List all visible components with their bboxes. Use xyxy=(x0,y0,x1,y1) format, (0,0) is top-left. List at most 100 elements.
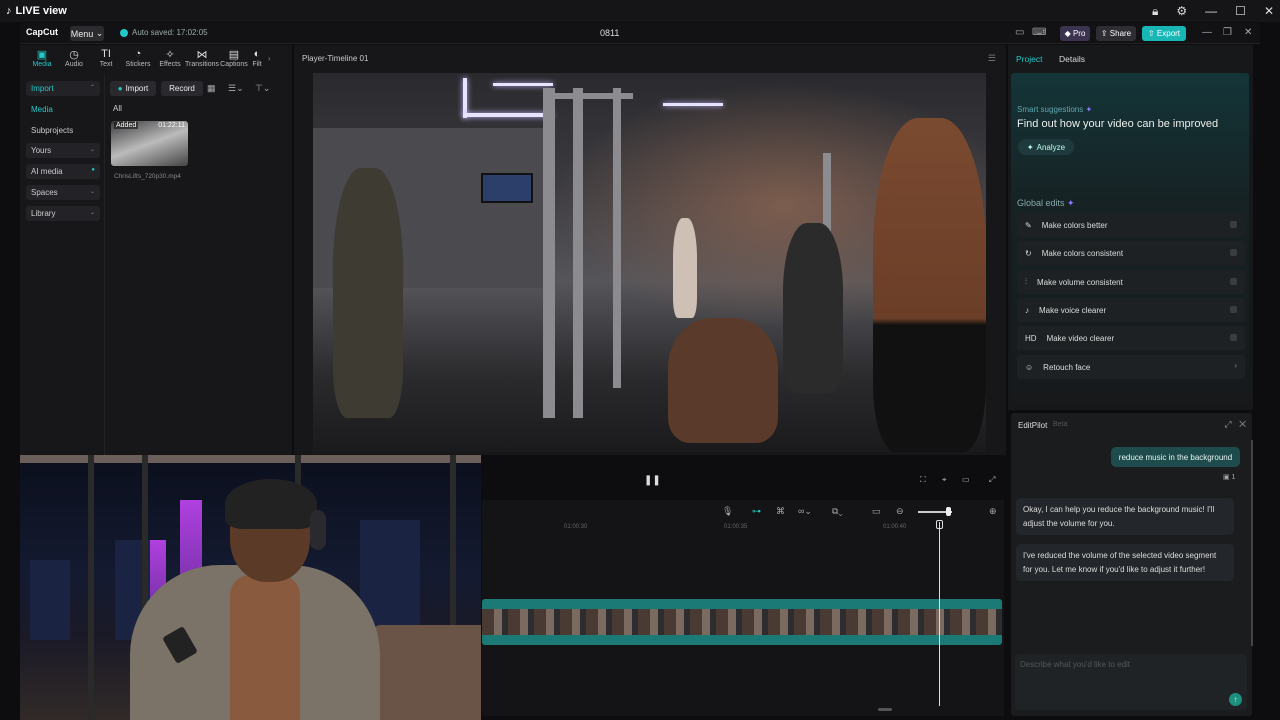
captions-track-icon[interactable]: ▭ xyxy=(872,506,881,517)
global-edit-video-clearer[interactable]: HD Make video clearer xyxy=(1017,326,1245,350)
media-clip-thumbnail[interactable]: Added 01:22:11 xyxy=(111,121,188,166)
tool-captions[interactable]: ▤ Captions xyxy=(218,48,250,74)
tool-audio[interactable]: ◷ Audio xyxy=(58,48,90,74)
magnet-icon[interactable]: ⊶ xyxy=(752,506,761,517)
pause-icon[interactable]: ❚❚ xyxy=(644,475,661,486)
close-icon[interactable]: ✕ xyxy=(1264,4,1274,18)
sidebar-item-yours[interactable]: Yours ⌄ xyxy=(26,143,100,159)
tab-details[interactable]: Details xyxy=(1059,54,1085,64)
crop-icon[interactable]: ⌖ xyxy=(942,475,947,485)
close-icon[interactable]: ✕ xyxy=(1239,419,1246,429)
grid-view-icon[interactable]: ▦ xyxy=(207,83,216,94)
asset-toolbar: ▣ Media ◷ Audio TI Text ◔ Stickers ✧ Effects … xyxy=(26,48,288,74)
tool-media[interactable]: ▣ Media xyxy=(26,48,58,74)
toggle[interactable] xyxy=(1230,221,1237,228)
record-button[interactable]: Record xyxy=(161,81,203,96)
preview-axis-icon[interactable]: ⧉⌄ xyxy=(832,506,843,517)
global-edit-colors-consistent[interactable]: ↻ Make colors consistent xyxy=(1017,241,1245,265)
chevron-right-icon: › xyxy=(1234,361,1237,370)
settings-icon[interactable]: ⚙ xyxy=(1176,4,1187,18)
tool-text[interactable]: TI Text xyxy=(90,48,122,74)
editpilot-scrollbar[interactable] xyxy=(1251,440,1253,646)
global-edit-colors-better[interactable]: ✎ Make colors better xyxy=(1017,213,1245,237)
chevron-down-icon: ⌄ xyxy=(89,147,95,154)
import-button[interactable]: ● Import xyxy=(110,81,156,96)
microphone-icon[interactable]: 🎙︎ xyxy=(722,506,733,517)
capcut-top-bar: CapCut Menu ⌄ Auto saved: 17:02:05 0811 … xyxy=(20,23,1260,44)
toggle[interactable] xyxy=(1230,334,1237,341)
global-edit-voice-clearer[interactable]: ♪ Make voice clearer xyxy=(1017,298,1245,322)
snap-icon[interactable]: ∞⌄ xyxy=(798,506,812,517)
audio-icon: ◷ xyxy=(69,49,79,61)
attachment-badge[interactable]: ▣ 1 xyxy=(1223,473,1235,481)
editpilot-title: EditPilot xyxy=(1018,421,1048,430)
editpilot-composer[interactable]: Describe what you'd like to edit ↑ xyxy=(1015,654,1247,710)
user-message: reduce music in the background xyxy=(1111,447,1240,467)
hd-icon: HD xyxy=(1025,333,1037,343)
send-icon[interactable]: ↑ xyxy=(1229,693,1242,706)
link-icon[interactable]: ⌘ xyxy=(776,506,785,517)
neon-light xyxy=(463,78,467,118)
tool-stickers[interactable]: ◔ Stickers xyxy=(122,48,154,74)
ruler-tick: 01:00:40 xyxy=(883,524,907,530)
streamer-chest xyxy=(230,575,300,720)
sidebar-item-media[interactable]: Media xyxy=(26,102,100,117)
global-edit-volume-consistent[interactable]: ⫶ Make volume consistent xyxy=(1017,270,1245,294)
chevron-right-icon[interactable]: › xyxy=(268,54,278,74)
player-panel: Player-Timeline 01 ☰ xyxy=(294,45,1006,455)
sidebar-item-spaces[interactable]: Spaces ⌄ xyxy=(26,184,100,200)
autosave-status: Auto saved: 17:02:05 xyxy=(120,28,208,37)
fullscreen-icon[interactable]: ⤢ xyxy=(989,475,995,485)
minimize-app-icon[interactable]: — xyxy=(1202,27,1212,38)
video-preview[interactable] xyxy=(313,73,986,452)
layout-icon[interactable]: ▭ xyxy=(1015,27,1024,38)
global-edit-retouch-face[interactable]: ☺ Retouch face › xyxy=(1017,355,1245,379)
analyze-button[interactable]: ✦ Analyze xyxy=(1018,139,1074,155)
toggle[interactable] xyxy=(1230,249,1237,256)
clip-frames xyxy=(482,609,1002,635)
sort-icon[interactable]: ☰⌄ xyxy=(228,83,244,94)
restore-app-icon[interactable]: ❐ xyxy=(1223,27,1232,38)
text-icon: TI xyxy=(101,48,111,60)
sidebar-item-import[interactable]: Import ⌃ xyxy=(26,81,100,96)
playhead[interactable] xyxy=(939,522,940,706)
menu-button[interactable]: Menu ⌄ xyxy=(70,26,104,41)
neon-light xyxy=(463,113,553,117)
full-icon[interactable]: ⛶ xyxy=(920,475,926,485)
editpilot-panel: EditPilot Beta ⤢ ✕ reduce music in the b… xyxy=(1011,413,1252,716)
neon-light xyxy=(493,83,553,86)
sparkle-icon: ✦ xyxy=(1085,105,1093,114)
tab-project[interactable]: Project xyxy=(1016,54,1042,64)
zoom-slider-knob[interactable] xyxy=(946,507,951,516)
lock-icon[interactable]: 🔒︎ xyxy=(1152,4,1158,19)
player-menu-icon[interactable]: ☰ xyxy=(988,53,996,64)
filters-icon: ◐ xyxy=(253,48,261,60)
maximize-icon[interactable]: ☐ xyxy=(1235,4,1246,18)
toggle[interactable] xyxy=(1230,278,1237,285)
capcut-logo: CapCut xyxy=(26,27,58,37)
filter-icon[interactable]: ⊤⌄ xyxy=(255,83,270,94)
video-track-clip[interactable] xyxy=(482,599,1002,645)
export-button[interactable]: ⇧ Export xyxy=(1142,26,1186,41)
minimize-icon[interactable]: — xyxy=(1205,4,1217,18)
tool-filters[interactable]: ◐ Filt xyxy=(250,48,264,74)
tool-transitions[interactable]: ⋈ Transitions xyxy=(185,48,219,74)
captions-icon: ▤ xyxy=(228,49,240,61)
sidebar-item-subprojects[interactable]: Subprojects xyxy=(26,123,100,138)
project-name[interactable]: 0811 xyxy=(600,28,619,38)
expand-icon[interactable]: ⤢ xyxy=(1224,419,1231,429)
share-button[interactable]: ⇪ Share xyxy=(1096,26,1136,41)
ratio-icon[interactable]: ▭ xyxy=(962,475,970,484)
tool-effects[interactable]: ✧ Effects xyxy=(154,48,186,74)
player-title: Player-Timeline 01 xyxy=(302,54,369,63)
close-app-icon[interactable]: ✕ xyxy=(1244,27,1252,38)
pro-button[interactable]: ◆ Pro xyxy=(1060,26,1090,41)
zoom-in-icon[interactable]: ⊕ xyxy=(989,506,997,517)
sidebar-item-ai-media[interactable]: AI media ● xyxy=(26,164,100,180)
zoom-out-icon[interactable]: ⊖ xyxy=(896,506,904,517)
toggle[interactable] xyxy=(1230,306,1237,313)
filter-all-label[interactable]: All xyxy=(113,104,122,113)
sidebar-item-library[interactable]: Library ⌄ xyxy=(26,205,100,221)
shortcut-icon[interactable]: ⌨ xyxy=(1032,27,1046,38)
timeline-scrollbar[interactable] xyxy=(878,708,892,711)
